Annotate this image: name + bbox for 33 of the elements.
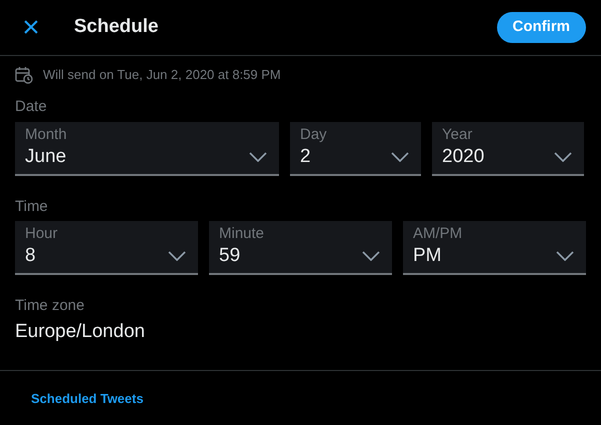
select-label: Month [25,124,68,144]
select-field[interactable]: Day 2 [290,122,421,176]
select-field[interactable]: AM/PM PM [403,221,586,275]
calendar-clock-icon [15,66,33,84]
schedule-summary: Will send on Tue, Jun 2, 2020 at 8:59 PM [43,66,281,84]
close-button[interactable]: × [15,12,47,42]
select-field[interactable]: Year 2020 [432,122,584,176]
select-label: AM/PM [413,224,464,244]
chevron-down-icon [362,251,380,261]
section-label: Time [15,196,49,216]
select-field[interactable]: Month June [15,122,279,176]
select-value: 8 [25,244,36,268]
select-value: 2 [300,144,311,168]
dialog-title: Schedule [74,15,158,40]
select-label: Minute [219,224,266,244]
chevron-down-icon [168,251,186,261]
chevron-down-icon [249,152,267,162]
time-zone-label: Time zone [15,296,86,316]
chevron-down-icon [391,152,409,162]
scheduled-tweets-link[interactable]: Scheduled Tweets [31,391,144,406]
section-label: Date [15,97,48,117]
select-label: Day [300,124,328,144]
chevron-down-icon [554,152,572,162]
select-value: PM [413,244,442,268]
select-label: Hour [25,224,59,244]
time-zone-value: Europe/London [15,320,146,344]
select-value: 59 [219,244,240,268]
chevron-down-icon [556,251,574,261]
select-field[interactable]: Hour 8 [15,221,198,275]
select-value: June [25,144,66,168]
select-field[interactable]: Minute 59 [209,221,392,275]
select-label: Year [442,124,474,144]
select-value: 2020 [442,144,484,168]
